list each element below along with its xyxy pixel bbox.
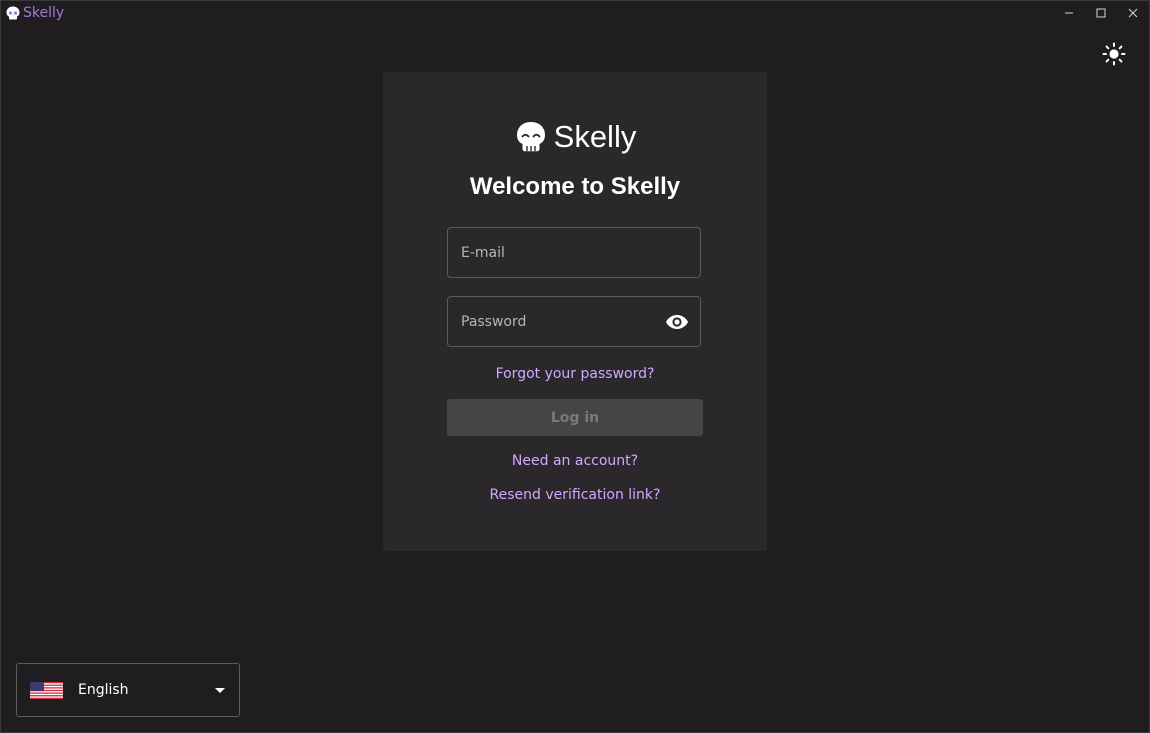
skull-icon [6,6,20,20]
resend-verification-link[interactable]: Resend verification link? [383,486,767,504]
app-window: Skelly Skelly Welcome to Skelly E-mail F… [0,0,1150,733]
close-icon [1128,8,1138,18]
title-bar: Skelly [1,1,1149,25]
minimize-button[interactable] [1053,1,1085,25]
toggle-password-visibility-button[interactable] [664,310,690,334]
password-field-container [447,296,701,347]
language-selector[interactable]: English [16,663,240,717]
page-title: Welcome to Skelly [469,173,681,200]
eye-icon [666,315,688,329]
sun-icon [1102,42,1126,66]
maximize-button[interactable] [1085,1,1117,25]
minimize-icon [1065,12,1073,14]
email-field[interactable] [461,228,661,277]
caret-down-icon [215,688,225,693]
email-field-container [447,227,701,278]
window-controls [1053,1,1149,25]
password-field[interactable] [461,297,661,346]
theme-toggle-button[interactable] [1101,41,1127,67]
app-brand: Skelly [5,4,64,22]
need-account-link[interactable]: Need an account? [383,452,767,470]
close-button[interactable] [1117,1,1149,25]
login-card: Skelly Welcome to Skelly Forgot your pas… [383,72,767,551]
language-label: English [78,682,129,698]
brand-name: Skelly [553,119,637,154]
forgot-password-link[interactable]: Forgot your password? [383,365,767,383]
login-button[interactable]: Log in [447,399,703,436]
us-flag-icon [30,682,63,699]
app-title: Skelly [23,5,65,21]
brand-logo: Skelly [383,118,767,156]
skull-icon [516,122,545,152]
maximize-icon [1096,8,1106,18]
